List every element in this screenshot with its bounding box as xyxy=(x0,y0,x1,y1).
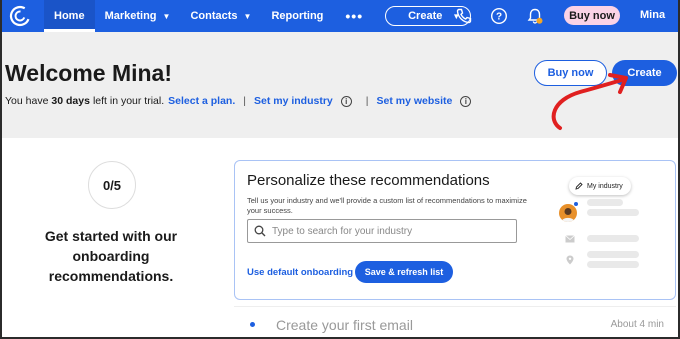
onboarding-title: Get started with our onboarding recommen… xyxy=(44,228,178,284)
nav-contacts[interactable]: Contacts ▼ xyxy=(180,0,261,32)
pencil-icon xyxy=(575,182,583,190)
nav-create-label: Create xyxy=(408,10,443,22)
onboarding-progress: 0/5 xyxy=(88,161,136,209)
recommendations-card: Personalize these recommendations Tell u… xyxy=(234,160,676,300)
placeholder-bar xyxy=(587,209,639,216)
nav-buy-now-button[interactable]: Buy now xyxy=(564,6,620,25)
nav-marketing[interactable]: Marketing ▼ xyxy=(95,0,181,32)
location-pin-icon xyxy=(566,255,574,265)
info-icon[interactable]: i xyxy=(460,95,472,107)
placeholder-bar xyxy=(587,261,639,268)
separator: | xyxy=(243,95,246,107)
mail-icon xyxy=(565,235,575,243)
info-icon[interactable]: i xyxy=(340,95,352,107)
recommendations-description: Tell us your industry and we'll provide … xyxy=(247,196,527,215)
nav-marketing-label: Marketing xyxy=(104,10,157,22)
notification-bell-icon[interactable] xyxy=(526,7,544,25)
nav-contacts-label: Contacts xyxy=(190,10,238,22)
my-industry-chip: My industry xyxy=(569,177,631,195)
more-menu-icon[interactable]: ••• xyxy=(333,0,375,32)
trial-days: 30 days xyxy=(51,95,90,107)
placeholder-bar xyxy=(587,235,639,242)
placeholder-bar xyxy=(587,251,639,258)
trial-prefix: You have xyxy=(5,95,49,107)
nav-reporting[interactable]: Reporting xyxy=(261,0,333,32)
red-arrow-annotation-icon xyxy=(551,73,628,130)
top-nav: Home Marketing ▼ Contacts ▼ Reporting ••… xyxy=(0,0,680,32)
industry-search-field[interactable] xyxy=(247,219,517,243)
placeholder-bar xyxy=(587,199,623,206)
page-title: Welcome Mina! xyxy=(5,60,172,86)
trial-banner: You have 30 days left in your trial. Sel… xyxy=(5,95,472,107)
nav-home[interactable]: Home xyxy=(44,0,95,32)
nav-reporting-label: Reporting xyxy=(271,10,324,22)
task-title: Create your first email xyxy=(276,317,413,333)
set-website-link[interactable]: Set my website xyxy=(377,95,453,107)
chevron-down-icon: ▼ xyxy=(162,11,171,21)
task-time: About 4 min xyxy=(610,319,664,330)
search-icon xyxy=(254,225,266,237)
chevron-down-icon: ▼ xyxy=(243,11,252,21)
avatar-status-dot xyxy=(573,201,579,207)
separator: | xyxy=(365,95,369,107)
help-icon[interactable]: ? xyxy=(490,7,508,25)
select-plan-link[interactable]: Select a plan. xyxy=(168,95,235,107)
my-industry-label: My industry xyxy=(587,182,623,190)
save-refresh-button[interactable]: Save & refresh list xyxy=(355,261,453,283)
industry-search-input[interactable] xyxy=(272,225,512,237)
phone-icon[interactable] xyxy=(455,7,473,25)
recommendations-title: Personalize these recommendations xyxy=(247,172,490,189)
task-bullet-icon xyxy=(250,322,255,327)
trial-suffix: left in your trial. xyxy=(92,95,165,107)
use-default-onboarding-link[interactable]: Use default onboarding xyxy=(247,267,353,278)
set-industry-link[interactable]: Set my industry xyxy=(254,95,333,107)
nav-home-label: Home xyxy=(54,10,85,22)
task-row[interactable]: Create your first email About 4 min xyxy=(234,306,676,339)
user-menu[interactable]: Mina xyxy=(640,9,665,21)
constant-contact-logo-icon[interactable] xyxy=(0,0,40,32)
svg-text:?: ? xyxy=(496,12,502,23)
